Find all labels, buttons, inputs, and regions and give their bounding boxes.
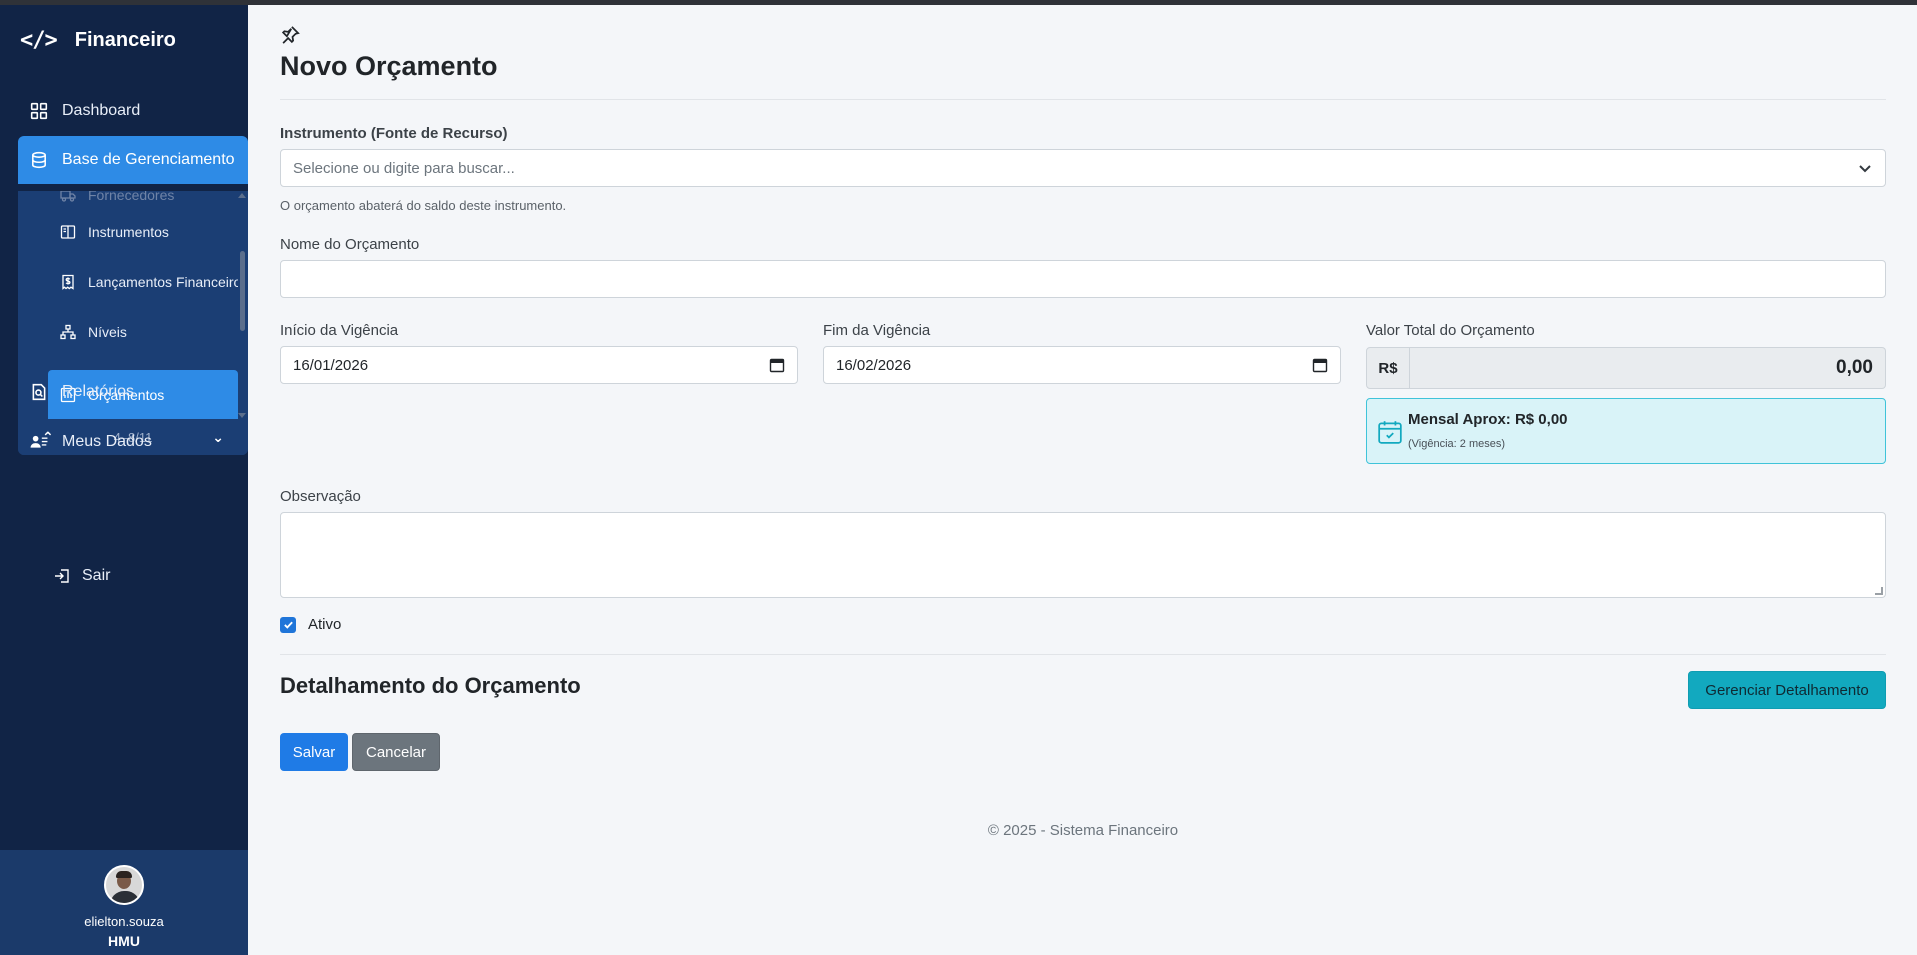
sidebar-subitem-instrumentos[interactable]: Instrumentos — [48, 212, 238, 252]
logout-label: Sair — [82, 567, 111, 584]
valor-label: Valor Total do Orçamento — [1366, 322, 1535, 339]
sidebar-submenu: Fornecedores Instrumentos Lançamentos Fi… — [18, 191, 248, 455]
sidebar-item-label: Relatórios — [62, 383, 135, 400]
vigencia-meses-text: (Vigência: 2 meses) — [1408, 438, 1506, 450]
fim-value: 16/02/2026 — [836, 356, 912, 374]
ativo-label: Ativo — [308, 616, 342, 633]
brand[interactable]: </> Financeiro — [20, 25, 176, 55]
mensal-info-alert: Mensal Aprox: R$ 0,00 (Vigência: 2 meses… — [1366, 398, 1886, 464]
pin-icon[interactable] — [280, 25, 300, 45]
sidebar-item-relatorios[interactable]: Relatórios — [18, 370, 248, 414]
inicio-label: Início da Vigência — [280, 322, 399, 339]
ativo-checkbox-row[interactable]: Ativo — [280, 616, 341, 633]
inicio-value: 16/01/2026 — [293, 356, 369, 374]
grid-icon — [30, 102, 48, 120]
instrumento-placeholder: Selecione ou digite para buscar... — [293, 159, 515, 177]
nome-label: Nome do Orçamento — [280, 236, 420, 253]
mensal-aprox-text: Mensal Aprox: R$ 0,00 — [1408, 411, 1568, 428]
resize-grip[interactable] — [1875, 587, 1883, 595]
gerenciar-detalhamento-button[interactable]: Gerenciar Detalhamento — [1688, 671, 1886, 709]
sidebar-item-label: Meus Dados — [62, 433, 152, 450]
sidebar-subitem-lancamentos[interactable]: Lançamentos Financeiros — [48, 262, 238, 302]
code-icon: </> — [20, 27, 58, 53]
truck-icon — [60, 191, 76, 202]
valor-total-input[interactable]: 0,00 — [1410, 347, 1886, 389]
instrumento-select[interactable]: Selecione ou digite para buscar... — [280, 149, 1886, 187]
ativo-checkbox[interactable] — [280, 616, 296, 633]
sidebar-subitem-label: Níveis — [88, 324, 127, 340]
observacao-label: Observação — [280, 488, 361, 505]
chevron-down-icon — [1859, 165, 1871, 173]
inicio-date-input[interactable]: 16/01/2026 — [280, 346, 798, 384]
observacao-textarea[interactable] — [280, 512, 1886, 598]
sidebar-item-meus-dados[interactable]: Meus Dados — [18, 420, 248, 464]
logout-link[interactable]: Sair — [54, 561, 110, 591]
submenu-scrollbar[interactable] — [240, 251, 245, 331]
divider — [280, 99, 1886, 100]
user-org: HMU — [108, 933, 140, 949]
user-profile: elielton.souza HMU — [0, 850, 248, 955]
receipt-icon — [62, 274, 74, 290]
fim-label: Fim da Vigência — [823, 322, 931, 339]
sign-out-icon — [55, 569, 69, 583]
calendar-check-icon — [1378, 421, 1402, 444]
detalhamento-title: Detalhamento do Orçamento — [280, 673, 581, 698]
sidebar-item-label: Base de Gerenciamento — [62, 151, 235, 168]
sidebar-item-dashboard[interactable]: Dashboard — [18, 87, 248, 135]
sidebar-subitem-label: Lançamentos Financeiros — [88, 274, 238, 290]
valor-input-group: R$ 0,00 — [1366, 347, 1886, 389]
brand-title: Financeiro — [74, 28, 176, 51]
fim-date-input[interactable]: 16/02/2026 — [823, 346, 1341, 384]
cancel-button[interactable]: Cancelar — [352, 733, 440, 771]
sidebar-item-base-gerenciamento[interactable]: Base de Gerenciamento — [18, 136, 248, 184]
calendar-icon[interactable] — [769, 357, 785, 373]
sidebar-subitem-label: Instrumentos — [88, 224, 169, 240]
currency-prefix: R$ — [1366, 347, 1410, 389]
book-icon — [60, 225, 76, 239]
instrumento-hint: O orçamento abaterá do saldo deste instr… — [280, 198, 567, 213]
submenu-scroll-up-arrow[interactable] — [238, 193, 246, 198]
avatar-body — [110, 891, 140, 903]
page-title: Novo Orçamento — [280, 51, 498, 81]
footer: © 2025 - Sistema Financeiro — [987, 822, 1179, 839]
divider — [280, 654, 1886, 655]
report-search-icon — [32, 383, 46, 401]
username: elielton.souza — [84, 914, 164, 929]
save-button[interactable]: Salvar — [280, 733, 348, 771]
hierarchy-icon — [60, 324, 76, 340]
avatar-hair — [116, 871, 132, 878]
instrumento-label: Instrumento (Fonte de Recurso) — [280, 125, 508, 142]
database-icon — [32, 151, 46, 169]
window-top-strip — [0, 0, 1917, 5]
user-list-icon — [30, 435, 48, 448]
check-icon — [283, 621, 293, 629]
sidebar-item-label: Dashboard — [62, 102, 141, 119]
sidebar: </> Financeiro Dashboard Base de Gerenci… — [0, 5, 248, 955]
calendar-icon[interactable] — [1312, 357, 1328, 373]
sidebar-subitem-niveis[interactable]: Níveis — [48, 312, 238, 352]
nome-input[interactable] — [280, 260, 1886, 298]
sidebar-subitem-label: Fornecedores — [88, 191, 175, 203]
avatar[interactable] — [104, 865, 144, 905]
